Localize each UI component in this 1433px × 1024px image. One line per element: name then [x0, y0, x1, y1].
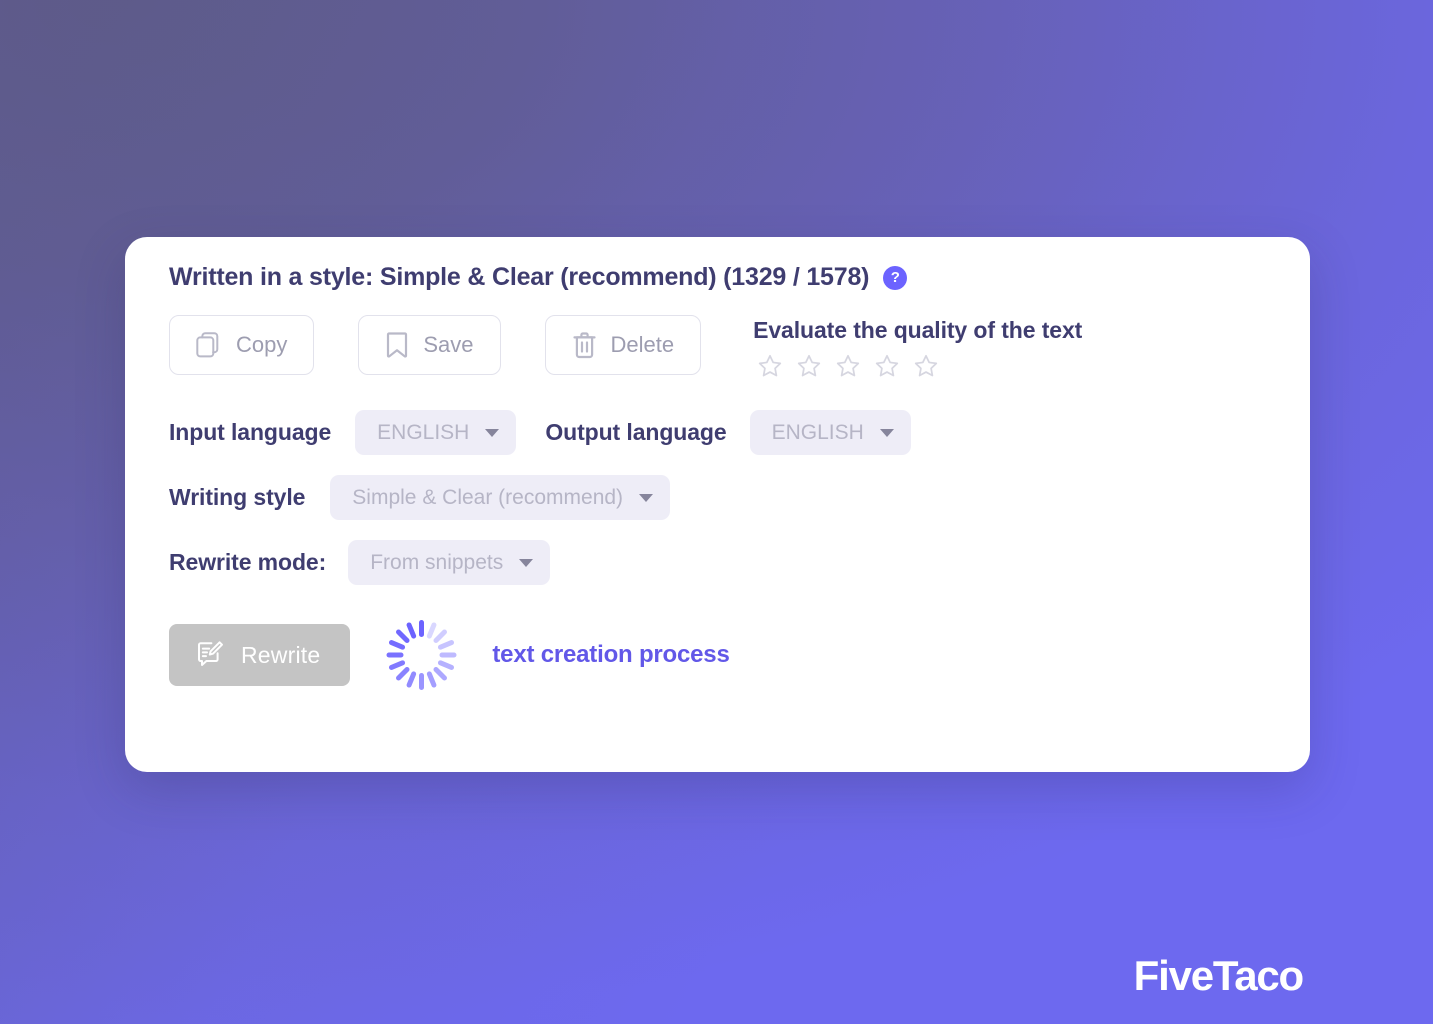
panel-heading-row: Written in a style: Simple & Clear (reco… — [169, 237, 1266, 292]
rewrite-panel-card: Written in a style: Simple & Clear (reco… — [125, 237, 1310, 772]
edit-document-icon — [195, 639, 225, 672]
output-language-label: Output language — [545, 419, 727, 445]
star-icon-4[interactable] — [874, 353, 900, 384]
input-language-label: Input language — [169, 419, 332, 445]
star-icon-1[interactable] — [757, 353, 783, 384]
trash-icon — [572, 331, 597, 359]
rewrite-button-label: Rewrite — [241, 641, 321, 668]
action-button-row: Copy Save Delete Evaluate the quality of… — [169, 315, 1266, 384]
evaluate-quality-title: Evaluate the quality of the text — [753, 317, 1083, 343]
input-language-select[interactable]: ENGLISH — [355, 410, 517, 455]
page-title: Written in a style: Simple & Clear (reco… — [169, 263, 870, 291]
rewrite-mode-row: Rewrite mode: From snippets — [169, 540, 1266, 585]
delete-button[interactable]: Delete — [544, 315, 702, 375]
delete-button-label: Delete — [610, 332, 675, 357]
language-row: Input language ENGLISH Output language E… — [169, 410, 1266, 455]
star-rating[interactable] — [757, 353, 1082, 384]
rewrite-button[interactable]: Rewrite — [169, 624, 351, 686]
bookmark-icon — [385, 331, 409, 359]
chevron-down-icon — [879, 428, 894, 437]
save-button[interactable]: Save — [358, 315, 501, 375]
writing-style-label: Writing style — [169, 484, 306, 510]
status-text: text creation process — [492, 641, 730, 668]
output-language-value: ENGLISH — [771, 420, 864, 444]
help-icon[interactable]: ? — [883, 265, 908, 290]
input-language-value: ENGLISH — [377, 420, 470, 444]
writing-style-value: Simple & Clear (recommend) — [352, 485, 624, 509]
writing-style-row: Writing style Simple & Clear (recommend) — [169, 475, 1266, 520]
rewrite-mode-value: From snippets — [370, 550, 504, 574]
copy-icon — [196, 331, 222, 359]
star-icon-3[interactable] — [835, 353, 861, 384]
save-button-label: Save — [423, 332, 474, 357]
fivetaco-watermark: FiveTaco — [1133, 952, 1305, 999]
evaluate-quality-block: Evaluate the quality of the text — [753, 315, 1082, 384]
star-icon-2[interactable] — [796, 353, 822, 384]
rewrite-action-row: Rewrite text creation process — [169, 616, 1266, 694]
rewrite-mode-select[interactable]: From snippets — [348, 540, 551, 585]
copy-button-label: Copy — [236, 332, 288, 357]
chevron-down-icon — [485, 428, 500, 437]
copy-button[interactable]: Copy — [169, 315, 315, 375]
writing-style-select[interactable]: Simple & Clear (recommend) — [330, 475, 671, 520]
rewrite-mode-label: Rewrite mode: — [169, 549, 327, 575]
chevron-down-icon — [519, 558, 534, 567]
chevron-down-icon — [639, 493, 654, 502]
star-icon-5[interactable] — [913, 353, 939, 384]
loading-spinner-icon — [382, 616, 460, 694]
output-language-select[interactable]: ENGLISH — [749, 410, 911, 455]
